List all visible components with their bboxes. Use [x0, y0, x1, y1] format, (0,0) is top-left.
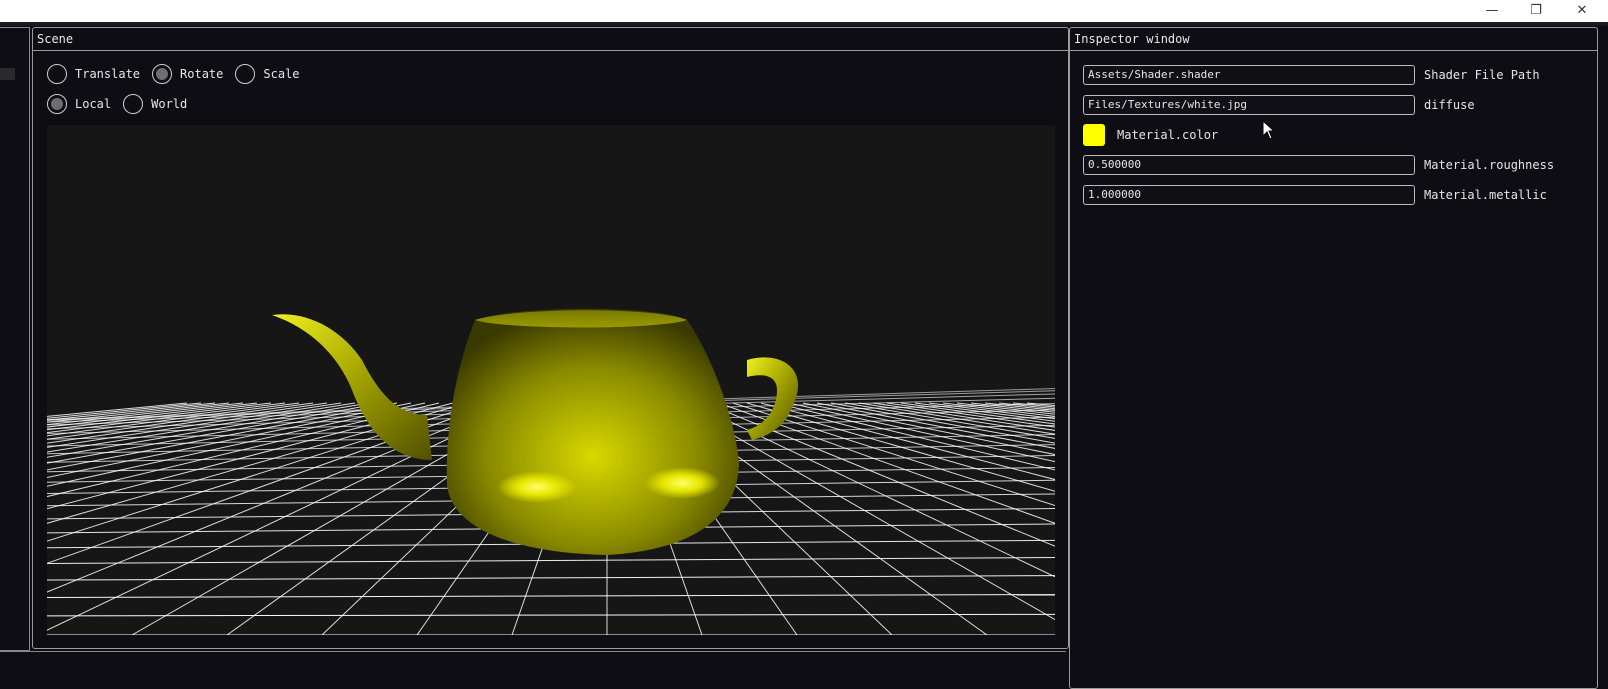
local-radio-circle[interactable]: [47, 94, 67, 114]
title-bar: — ❐ ✕: [0, 0, 1608, 22]
mouse-cursor-icon: [1262, 120, 1276, 140]
roughness-label: Material.roughness: [1424, 158, 1555, 172]
menu-strip: [0, 22, 1608, 26]
scene-panel: Scene Translate Rotate Scale Local World: [32, 27, 1069, 649]
status-bar: [0, 651, 1066, 673]
maximize-button[interactable]: ❐: [1524, 3, 1548, 19]
roughness-input[interactable]: 0.500000: [1083, 155, 1415, 175]
left-panel: [0, 27, 30, 651]
material-color-swatch[interactable]: [1083, 124, 1105, 146]
scene-viewport[interactable]: [47, 125, 1055, 635]
teapot-highlight-right: [644, 467, 720, 499]
inspector-panel: Inspector window Assets/Shader.shader Sh…: [1069, 27, 1598, 689]
shader-path-label: Shader File Path: [1424, 68, 1540, 82]
teapot-body: [446, 308, 739, 555]
close-button[interactable]: ✕: [1570, 3, 1594, 19]
world-radio[interactable]: World: [123, 94, 187, 114]
left-panel-item[interactable]: [0, 68, 15, 80]
local-radio-label: Local: [75, 97, 112, 111]
minimize-button[interactable]: —: [1480, 3, 1504, 19]
scale-radio[interactable]: Scale: [235, 64, 300, 84]
metallic-row: 1.000000 Material.metallic: [1083, 185, 1547, 205]
rotate-radio-circle[interactable]: [152, 64, 173, 84]
metallic-label: Material.metallic: [1424, 188, 1547, 202]
inspector-panel-title: Inspector window: [1070, 28, 1597, 51]
rotate-radio[interactable]: Rotate: [152, 64, 223, 84]
translate-radio-label: Translate: [75, 67, 141, 81]
translate-radio-circle[interactable]: [47, 64, 67, 84]
shader-path-input[interactable]: Assets/Shader.shader: [1083, 65, 1415, 85]
metallic-input[interactable]: 1.000000: [1083, 185, 1415, 205]
diffuse-label: diffuse: [1424, 98, 1475, 112]
scene-panel-title: Scene: [33, 28, 1068, 51]
world-radio-circle[interactable]: [123, 94, 144, 114]
diffuse-row: Files/Textures/white.jpg diffuse: [1083, 95, 1475, 115]
scale-radio-circle[interactable]: [235, 64, 256, 84]
gizmo-space-group: Local World: [47, 94, 199, 114]
rotate-radio-label: Rotate: [180, 67, 224, 81]
translate-radio[interactable]: Translate: [47, 64, 140, 84]
gizmo-operation-group: Translate Rotate Scale: [47, 64, 312, 84]
scene-render[interactable]: [47, 125, 1055, 635]
material-color-row: Material.color: [1083, 124, 1218, 146]
material-color-label: Material.color: [1117, 128, 1219, 142]
local-radio[interactable]: Local: [47, 94, 111, 114]
scale-radio-label: Scale: [263, 67, 300, 81]
teapot-highlight-left: [497, 471, 577, 503]
roughness-row: 0.500000 Material.roughness: [1083, 155, 1554, 175]
world-radio-label: World: [151, 97, 188, 111]
shader-path-row: Assets/Shader.shader Shader File Path: [1083, 65, 1540, 85]
diffuse-input[interactable]: Files/Textures/white.jpg: [1083, 95, 1415, 115]
